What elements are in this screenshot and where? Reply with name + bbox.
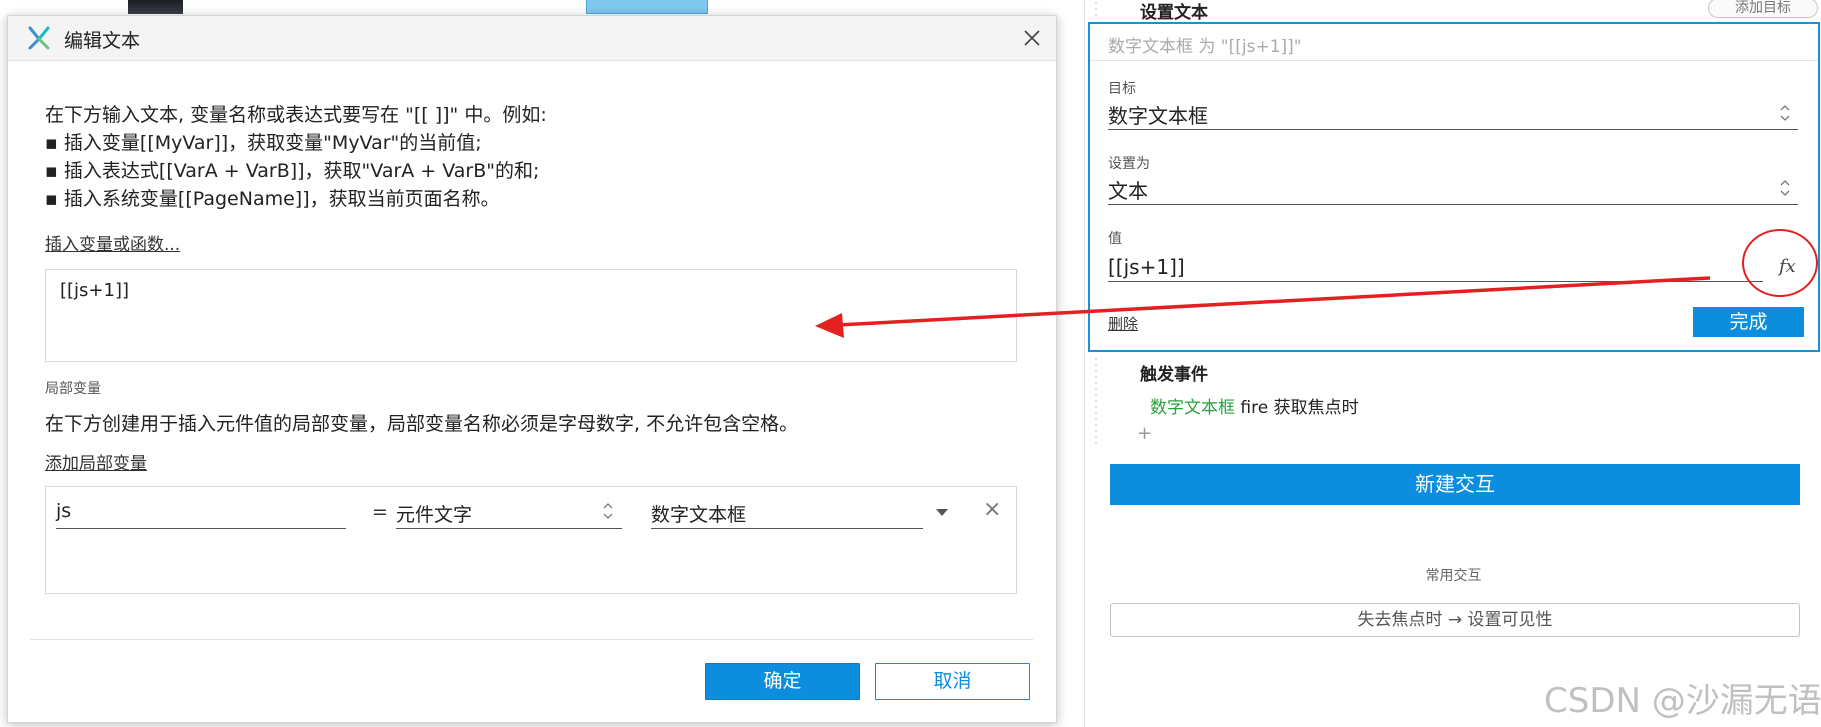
set-text-action-editor: 数字文本框 为 "[[js+1]]" 目标 数字文本框 设置为 文本 值 fx … (1088, 22, 1820, 352)
summary-divider (1090, 60, 1818, 61)
set-to-select[interactable]: 文本 (1108, 175, 1798, 205)
trigger-target-name: 数字文本框 (1150, 398, 1235, 418)
new-interaction-button[interactable]: 新建交互 (1110, 464, 1800, 505)
drag-handle-icon[interactable] (1091, 356, 1101, 446)
interaction-panel: 设置文本 添加目标 数字文本框 为 "[[js+1]]" 目标 数字文本框 设置… (1084, 0, 1821, 727)
local-variables-title: 局部变量 (45, 381, 101, 397)
chevron-up-down-icon[interactable] (601, 499, 615, 523)
local-variable-name-field[interactable]: js (56, 497, 346, 529)
caret-down-icon[interactable] (935, 507, 949, 517)
intro-example-variable: ▪ 插入变量[[MyVar]]，获取变量"MyVar"的当前值; (45, 132, 482, 154)
delete-link[interactable]: 删除 (1108, 313, 1138, 334)
add-target-button[interactable]: 添加目标 (1708, 0, 1818, 18)
action-title: 设置文本 (1140, 3, 1208, 23)
dialog-titlebar: 编辑文本 (8, 16, 1056, 61)
set-to-label: 设置为 (1108, 156, 1150, 172)
cancel-button[interactable]: 取消 (875, 663, 1030, 700)
done-button[interactable]: 完成 (1693, 307, 1804, 337)
trigger-event-title: 触发事件 (1140, 365, 1208, 385)
chevron-up-down-icon[interactable] (1778, 175, 1792, 201)
add-local-variable-link[interactable]: 添加局部变量 (45, 449, 147, 474)
common-interactions-title: 常用交互 (1425, 568, 1482, 584)
trigger-event-name: fire 获取焦点时 (1235, 398, 1359, 418)
action-summary: 数字文本框 为 "[[js+1]]" (1108, 37, 1302, 57)
axure-logo-icon (28, 26, 50, 50)
target-label: 目标 (1108, 81, 1136, 97)
local-variable-type-select[interactable]: 元件文字 (396, 497, 622, 529)
value-label: 值 (1108, 231, 1122, 247)
edit-text-dialog: 编辑文本 在下方输入文本, 变量名称或表达式要写在 "[[ ]]" 中。例如: … (7, 15, 1057, 723)
intro-text: 在下方输入文本, 变量名称或表达式要写在 "[[ ]]" 中。例如: (45, 104, 547, 126)
watermark: CSDN @沙漏无语 (1544, 681, 1821, 721)
add-icon[interactable]: + (1137, 423, 1152, 444)
common-interaction-button[interactable]: 失去焦点时 → 设置可见性 (1110, 603, 1800, 637)
target-select[interactable]: 数字文本框 (1108, 100, 1798, 130)
value-input[interactable] (1108, 252, 1763, 282)
local-variables-description: 在下方创建用于插入元件值的局部变量，局部变量名称必须是字母数字, 不允许包含空格… (45, 413, 799, 435)
local-variables-list: js = 元件文字 数字文本框 × (45, 486, 1017, 594)
trigger-event-item[interactable]: 数字文本框 fire 获取焦点时 (1150, 393, 1359, 418)
drag-handle-icon[interactable] (1091, 0, 1101, 20)
intro-example-system-variable: ▪ 插入系统变量[[PageName]]，获取当前页面名称。 (45, 188, 500, 210)
intro-example-expression: ▪ 插入表达式[[VarA + VarB]]，获取"VarA + VarB"的和… (45, 160, 540, 182)
local-variable-target-select[interactable]: 数字文本框 (651, 497, 923, 529)
text-input[interactable]: [[js+1]] (45, 269, 1017, 362)
canvas-widget-dark (128, 0, 183, 14)
dialog-title: 编辑文本 (64, 30, 141, 52)
remove-variable-icon[interactable]: × (983, 497, 1001, 522)
canvas-widget-blue (586, 0, 708, 14)
insert-variable-link[interactable]: 插入变量或函数... (45, 230, 180, 255)
ok-button[interactable]: 确定 (705, 663, 860, 700)
chevron-up-down-icon[interactable] (1778, 100, 1792, 126)
equals-sign: = (372, 501, 388, 523)
annotation-circle (1742, 229, 1818, 297)
close-icon[interactable] (1018, 24, 1046, 52)
footer-divider (30, 639, 1033, 640)
